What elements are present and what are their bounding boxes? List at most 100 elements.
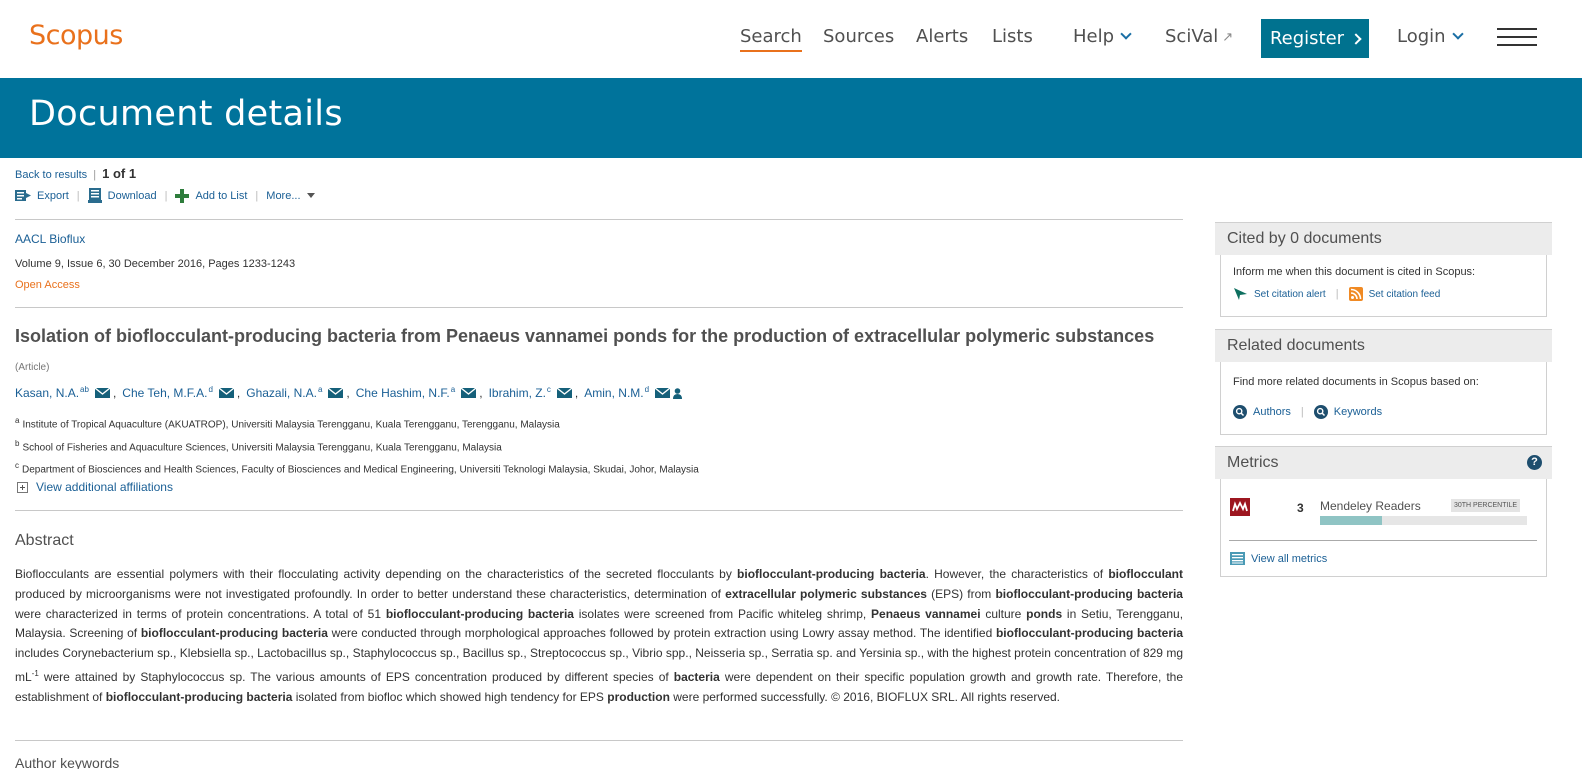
search-icon <box>1313 405 1328 419</box>
cited-by-panel: Cited by 0 documents Inform me when this… <box>1215 222 1552 317</box>
affiliation: b School of Fisheries and Aquaculture Sci… <box>15 439 502 453</box>
author-link[interactable]: Che Teh, M.F.A. d <box>122 384 213 401</box>
author-link[interactable]: Amin, N.M. d <box>584 384 650 401</box>
view-additional-affiliations[interactable]: View additional affiliations <box>15 480 173 494</box>
nav-search[interactable]: Search <box>740 26 802 52</box>
help-icon[interactable]: ? <box>1527 455 1542 470</box>
author-link[interactable]: Che Hashim, N.F. a <box>356 384 456 401</box>
register-label: Register <box>1269 28 1345 49</box>
back-to-results-link[interactable]: Back to results <box>15 169 87 181</box>
author-affiliation-sup: a <box>450 384 456 394</box>
document-title-text: Isolation of bioflocculant-producing bac… <box>15 326 1155 346</box>
chevron-right-icon <box>1350 32 1362 45</box>
nav-sources[interactable]: Sources <box>823 26 894 47</box>
author-affiliation-sup: d <box>208 384 213 394</box>
email-icon[interactable] <box>461 388 477 398</box>
divider <box>15 510 1183 511</box>
separator: | <box>93 169 97 181</box>
author-name: Ghazali, N.A. <box>246 386 317 400</box>
add-to-list-button[interactable]: Add to List <box>175 188 248 203</box>
nav-help[interactable]: Help <box>1073 26 1132 47</box>
divider <box>1229 540 1537 541</box>
register-button[interactable]: Register <box>1261 19 1369 58</box>
author-name: Amin, N.M. <box>584 386 644 400</box>
download-label: Download <box>107 189 157 202</box>
percentile-bar-fill <box>1320 516 1383 525</box>
related-authors-link[interactable]: Authors <box>1233 405 1291 419</box>
nav-help-label: Help <box>1073 26 1115 47</box>
nav-login-label: Login <box>1397 26 1446 47</box>
author-affiliation-sup: a <box>317 384 323 394</box>
result-count: 1 of 1 <box>102 166 137 181</box>
add-to-list-label: Add to List <box>195 189 248 202</box>
page-banner: Document details <box>0 78 1582 158</box>
view-all-metrics-link[interactable]: View all metrics <box>1230 552 1327 565</box>
set-citation-feed-link[interactable]: Set citation feed <box>1348 287 1441 301</box>
affiliation: c Department of Biosciences and Health Sc… <box>15 461 699 475</box>
nav-login[interactable]: Login <box>1397 26 1464 47</box>
related-documents-body: Find more related documents in Scopus ba… <box>1220 362 1547 435</box>
related-authors-label: Authors <box>1253 406 1291 418</box>
author-name: Kasan, N.A. <box>15 386 80 400</box>
author-link[interactable]: Kasan, N.A. ab <box>15 384 89 401</box>
divider <box>15 307 1183 308</box>
author-affiliation-sup: ab <box>80 384 89 394</box>
scopus-logo[interactable]: Scopus <box>29 20 123 51</box>
author-link[interactable]: Ibrahim, Z. c <box>489 385 551 401</box>
divider <box>15 740 1183 741</box>
nav-lists[interactable]: Lists <box>992 26 1033 47</box>
affiliation: a Institute of Tropical Aquaculture (AKUA… <box>15 416 560 430</box>
plus-icon <box>175 188 190 203</box>
email-icon[interactable] <box>218 388 234 398</box>
affiliation-sup: a <box>15 416 20 425</box>
author-profile-icon[interactable] <box>673 387 683 399</box>
nav-search-label: Search <box>740 26 802 47</box>
more-label: More... <box>266 189 301 202</box>
source-title-link[interactable]: AACL Bioflux <box>15 232 85 246</box>
export-icon <box>15 190 31 201</box>
percentile-badge: 30TH PERCENTILE <box>1451 499 1521 512</box>
author-link[interactable]: Ghazali, N.A. a <box>246 384 323 401</box>
abstract-heading: Abstract <box>15 532 74 549</box>
nav-alerts[interactable]: Alerts <box>916 26 968 47</box>
document-actions: Export | Download | Add to List | More..… <box>15 188 315 203</box>
export-button[interactable]: Export <box>15 189 69 202</box>
download-button[interactable]: Download <box>87 188 157 203</box>
cited-by-body: Inform me when this document is cited in… <box>1220 255 1547 317</box>
external-link-icon: ↗ <box>1222 30 1234 45</box>
affiliation-text: School of Fisheries and Aquaculture Scie… <box>22 442 502 454</box>
author-keywords-heading: Author keywords <box>15 755 120 769</box>
metrics-body: 3 Mendeley Readers 30TH PERCENTILE View … <box>1220 479 1547 577</box>
affiliation-sup: c <box>15 461 19 470</box>
related-documents-title: Related documents <box>1215 329 1552 362</box>
metrics-title-text: Metrics <box>1227 454 1279 471</box>
cited-by-title: Cited by 0 documents <box>1215 222 1552 255</box>
separator: | <box>255 189 259 202</box>
menu-icon[interactable] <box>1497 28 1537 48</box>
separator: | <box>164 189 168 202</box>
view-additional-affiliations-label: View additional affiliations <box>36 480 173 494</box>
set-citation-feed-label: Set citation feed <box>1368 288 1441 300</box>
author-affiliation-sup: d <box>644 384 650 394</box>
email-icon[interactable] <box>328 388 344 398</box>
percentile-bar <box>1320 516 1527 525</box>
related-keywords-link[interactable]: Keywords <box>1313 405 1382 419</box>
nav-scival[interactable]: SciVal ↗ <box>1165 26 1233 47</box>
email-icon[interactable] <box>655 388 671 398</box>
author-name: Che Teh, M.F.A. <box>122 386 208 400</box>
more-dropdown[interactable]: More... <box>266 189 315 202</box>
search-icon <box>1233 405 1247 419</box>
email-icon[interactable] <box>556 388 572 398</box>
mendeley-readers-count: 3 <box>1297 501 1304 515</box>
download-icon <box>87 188 102 203</box>
email-icon[interactable] <box>94 388 110 398</box>
separator: | <box>76 189 80 202</box>
related-documents-panel: Related documents Find more related docu… <box>1215 329 1552 435</box>
affiliation-sup: b <box>15 439 20 448</box>
list-icon <box>1230 552 1245 565</box>
document-title: Isolation of bioflocculant-producing bac… <box>15 322 1183 382</box>
top-nav: Scopus Search Sources Alerts Lists Help … <box>0 0 1582 78</box>
chevron-down-icon <box>1451 28 1464 40</box>
metrics-panel: Metrics ? 3 Mendeley Readers 30TH PERCEN… <box>1215 446 1552 577</box>
set-citation-alert-link[interactable]: Set citation alert <box>1233 287 1326 301</box>
